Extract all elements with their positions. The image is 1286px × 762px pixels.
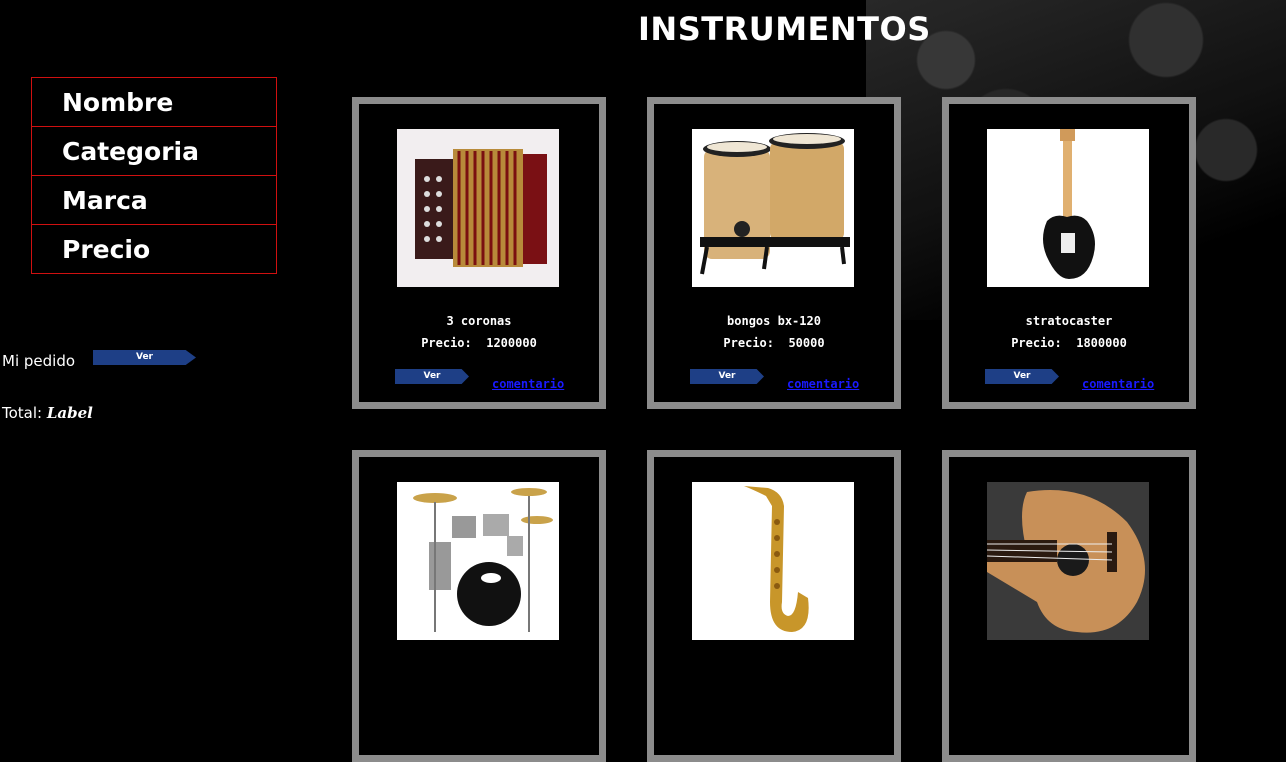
product-price: Precio: 1800000: [1011, 336, 1127, 350]
view-product-button[interactable]: Ver: [395, 369, 469, 384]
product-name: 3 coronas: [446, 314, 512, 328]
comment-link[interactable]: comentario: [1082, 377, 1154, 391]
product-name: stratocaster: [1025, 314, 1113, 328]
filter-precio[interactable]: Precio: [31, 224, 277, 274]
acoustic-guitar-icon: [987, 482, 1149, 640]
product-card: stratocaster Precio: 1800000 Ver comenta…: [942, 97, 1196, 409]
saxophone-icon: [692, 482, 854, 640]
filter-categoria[interactable]: Categoria: [31, 126, 277, 176]
filter-menu: Nombre Categoria Marca Precio: [31, 77, 277, 274]
product-card: [352, 450, 606, 762]
filter-nombre[interactable]: Nombre: [31, 77, 277, 127]
product-name: bongos bx-120: [727, 314, 821, 328]
product-card: bongos bx-120 Precio: 50000 Ver comentar…: [647, 97, 901, 409]
product-card: [647, 450, 901, 762]
page-title: INSTRUMENTOS: [638, 10, 931, 48]
product-card: 3 coronas Precio: 1200000 Ver comentario: [352, 97, 606, 409]
product-price: Precio: 1200000: [421, 336, 537, 350]
comment-link[interactable]: comentario: [787, 377, 859, 391]
view-product-button[interactable]: Ver: [690, 369, 764, 384]
accordion-icon: [397, 129, 559, 287]
comment-link[interactable]: comentario: [492, 377, 564, 391]
bongos-icon: [692, 129, 854, 287]
total-label: Total:: [2, 404, 43, 422]
product-card: [942, 450, 1196, 762]
filter-marca[interactable]: Marca: [31, 175, 277, 225]
view-order-button[interactable]: Ver: [93, 350, 196, 365]
order-label: Mi pedido: [2, 352, 76, 370]
drum-kit-icon: [397, 482, 559, 640]
product-price: Precio: 50000: [723, 336, 825, 350]
total-line: Total: Label: [2, 404, 93, 422]
view-product-button[interactable]: Ver: [985, 369, 1059, 384]
total-value: Label: [46, 404, 93, 422]
electric-guitar-icon: [987, 129, 1149, 287]
